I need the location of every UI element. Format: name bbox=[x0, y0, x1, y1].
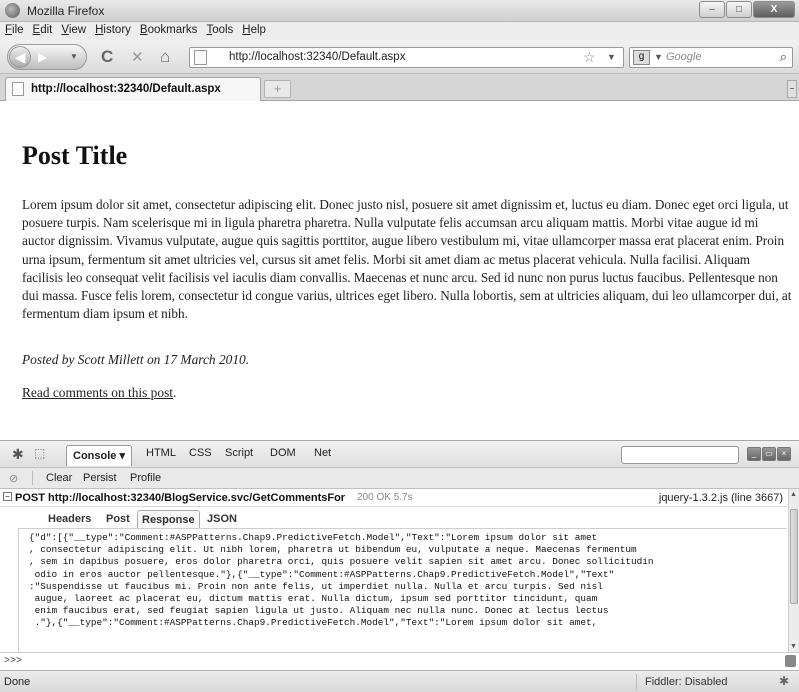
console-panel: − POST http://localhost:32340/BlogServic… bbox=[0, 489, 787, 652]
menu-file[interactable]: File bbox=[0, 22, 28, 40]
search-icon[interactable]: ⌕ bbox=[780, 49, 787, 65]
console-tab-label: Console bbox=[73, 450, 117, 462]
command-prompt: >>> bbox=[4, 656, 23, 667]
firebug-search-input[interactable] bbox=[621, 446, 739, 464]
fiddler-status[interactable]: Fiddler: Disabled bbox=[636, 674, 764, 690]
tab-json[interactable]: JSON bbox=[207, 513, 237, 525]
home-icon[interactable]: ⌂ bbox=[160, 47, 170, 67]
console-scrollbar[interactable]: ▲ ▼ bbox=[788, 489, 799, 652]
request-status: 200 OK 5.7s bbox=[357, 492, 413, 503]
divider bbox=[32, 471, 33, 485]
profile-button[interactable]: Profile bbox=[130, 472, 161, 484]
firebug-minimize-icon[interactable]: _ bbox=[747, 447, 761, 461]
maximize-button[interactable]: □ bbox=[726, 1, 752, 18]
firebug-close-icon[interactable]: × bbox=[777, 447, 791, 461]
page-icon bbox=[194, 50, 207, 65]
status-text: Done bbox=[4, 676, 31, 688]
firebug-toolbar: ✱ ⬚ Console ▾ HTML CSS Script DOM Net _ … bbox=[0, 440, 799, 468]
navigation-toolbar: ◀ ▶ ▼ C ✕ ⌂ http://localhost:32340/Defau… bbox=[0, 40, 799, 74]
xhr-request-row[interactable]: − POST http://localhost:32340/BlogServic… bbox=[0, 489, 787, 507]
url-bar[interactable]: http://localhost:32340/Default.aspx ☆ ▼ bbox=[189, 47, 624, 68]
page-icon bbox=[12, 82, 24, 96]
console-filter-icon[interactable]: ⊘ bbox=[9, 472, 18, 485]
window-controls: – □ X bbox=[699, 1, 795, 18]
url-dropdown-icon[interactable]: ▼ bbox=[607, 52, 616, 62]
collapse-toggle-icon[interactable]: − bbox=[3, 492, 12, 501]
tab-default-aspx[interactable]: http://localhost:32340/Default.aspx bbox=[5, 77, 261, 101]
menu-tools[interactable]: Tools bbox=[201, 22, 237, 40]
read-comments-period: . bbox=[173, 385, 177, 400]
response-text: {"d":[{"__type":"Comment:#ASPPatterns.Ch… bbox=[29, 532, 654, 629]
request-tabs: Headers Post Response JSON bbox=[0, 508, 787, 528]
menu-edit[interactable]: Edit bbox=[28, 22, 57, 40]
menu-history[interactable]: History bbox=[90, 22, 135, 40]
firebug-icon[interactable]: ✱ bbox=[12, 446, 24, 463]
history-dropdown-icon[interactable]: ▼ bbox=[70, 52, 78, 61]
reload-icon[interactable]: C bbox=[101, 47, 113, 67]
url-text[interactable]: http://localhost:32340/Default.aspx bbox=[229, 51, 405, 63]
back-arrow-icon[interactable]: ◀ bbox=[9, 46, 31, 68]
tab-response[interactable]: Response bbox=[137, 510, 200, 528]
inspect-icon[interactable]: ⬚ bbox=[34, 446, 45, 460]
response-body: {"d":[{"__type":"Comment:#ASPPatterns.Ch… bbox=[18, 528, 787, 652]
firebug-tab-html[interactable]: HTML bbox=[146, 447, 176, 459]
command-line[interactable]: >>> bbox=[0, 652, 799, 670]
bookmark-star-icon[interactable]: ☆ bbox=[583, 49, 596, 66]
post-body: Lorem ipsum dolor sit amet, consectetur … bbox=[22, 197, 792, 322]
post-title: Post Title bbox=[22, 141, 128, 170]
search-engine-icon[interactable]: g bbox=[633, 50, 650, 65]
firebug-tab-css[interactable]: CSS bbox=[189, 447, 212, 459]
menu-bar: File Edit View History Bookmarks Tools H… bbox=[0, 22, 799, 40]
search-placeholder: Google bbox=[666, 51, 702, 63]
window-title: Mozilla Firefox bbox=[27, 4, 105, 18]
tab-title: http://localhost:32340/Default.aspx bbox=[31, 83, 221, 95]
search-bar[interactable]: g ▼ Google ⌕ bbox=[629, 47, 793, 68]
new-tab-button[interactable]: + bbox=[264, 80, 291, 98]
tab-bar: http://localhost:32340/Default.aspx + − bbox=[0, 74, 799, 101]
menu-view[interactable]: View bbox=[56, 22, 90, 40]
menu-help[interactable]: Help bbox=[237, 22, 270, 40]
close-button[interactable]: X bbox=[753, 1, 795, 18]
minimize-button[interactable]: – bbox=[699, 1, 725, 18]
tab-post[interactable]: Post bbox=[106, 513, 130, 525]
firefox-logo-icon bbox=[5, 3, 20, 18]
scrollbar-thumb[interactable] bbox=[790, 509, 798, 604]
firebug-detach-icon[interactable]: ▭ bbox=[762, 447, 776, 461]
menu-bookmarks[interactable]: Bookmarks bbox=[135, 22, 202, 40]
clear-button[interactable]: Clear bbox=[46, 472, 72, 484]
firebug-tab-console[interactable]: Console ▾ bbox=[66, 445, 132, 466]
window-titlebar: Mozilla Firefox – □ X bbox=[0, 0, 799, 22]
search-engine-dropdown-icon[interactable]: ▼ bbox=[654, 52, 663, 62]
tab-headers[interactable]: Headers bbox=[48, 513, 91, 525]
expand-command-line-icon[interactable] bbox=[785, 655, 796, 667]
back-forward-group: ◀ ▶ ▼ bbox=[7, 44, 87, 70]
posted-by: Posted by Scott Millett on 17 March 2010… bbox=[22, 352, 250, 367]
read-comments-link[interactable]: Read comments on this post bbox=[22, 385, 173, 400]
firebug-tab-net[interactable]: Net bbox=[314, 447, 331, 459]
status-bar: Done Fiddler: Disabled ✱ bbox=[0, 670, 799, 692]
stop-icon[interactable]: ✕ bbox=[131, 48, 144, 66]
request-url[interactable]: POST http://localhost:32340/BlogService.… bbox=[15, 492, 345, 504]
tab-list-button[interactable]: − bbox=[787, 80, 797, 98]
scroll-up-icon[interactable]: ▲ bbox=[790, 491, 797, 498]
read-comments-line: Read comments on this post. bbox=[22, 385, 176, 401]
firebug-tab-script[interactable]: Script bbox=[225, 447, 253, 459]
scroll-down-icon[interactable]: ▼ bbox=[790, 643, 797, 650]
persist-button[interactable]: Persist bbox=[83, 472, 117, 484]
firebug-tab-dom[interactable]: DOM bbox=[270, 447, 296, 459]
console-toolbar: ⊘ Clear Persist Profile bbox=[0, 468, 799, 489]
firebug-status-icon[interactable]: ✱ bbox=[779, 674, 789, 688]
forward-arrow-icon[interactable]: ▶ bbox=[38, 50, 47, 64]
request-source-link[interactable]: jquery-1.3.2.js (line 3667) bbox=[659, 492, 783, 504]
page-content: Post Title Lorem ipsum dolor sit amet, c… bbox=[0, 102, 799, 440]
